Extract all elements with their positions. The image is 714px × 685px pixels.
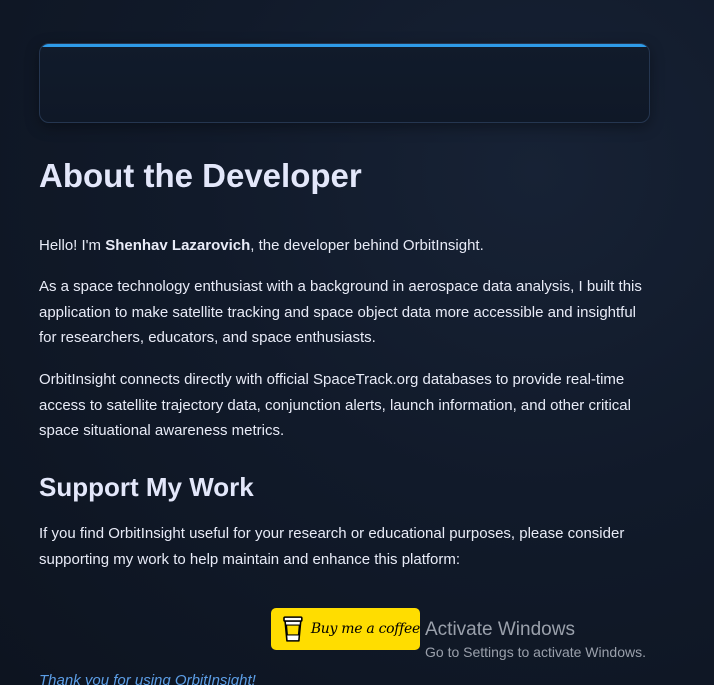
background-paragraph: As a space technology enthusiast with a … [39, 278, 642, 346]
activate-windows-title: Activate Windows [425, 619, 575, 640]
activate-windows-subtitle: Go to Settings to activate Windows. [425, 644, 646, 660]
intro-suffix: , the developer behind OrbitInsight. [250, 237, 484, 254]
spacetrack-paragraph: OrbitInsight connects directly with offi… [39, 371, 631, 439]
coffee-cup-icon [283, 616, 303, 642]
developer-name: Shenhav Lazarovich [105, 237, 251, 254]
support-paragraph: If you find OrbitInsight useful for your… [39, 525, 625, 568]
about-heading: About the Developer [39, 157, 362, 194]
intro-prefix: Hello! I'm [39, 237, 106, 254]
intro-paragraph: Hello! I'm Shenhav Lazarovich, the devel… [39, 233, 649, 259]
support-heading: Support My Work [39, 472, 254, 502]
thank-you-note: Thank you for using OrbitInsight! [39, 672, 256, 685]
buy-me-a-coffee-button[interactable]: Buy me a coffee [271, 608, 420, 650]
card-accent-line [40, 44, 649, 47]
buy-me-a-coffee-label: Buy me a coffee [310, 621, 420, 637]
header-card [39, 43, 650, 123]
